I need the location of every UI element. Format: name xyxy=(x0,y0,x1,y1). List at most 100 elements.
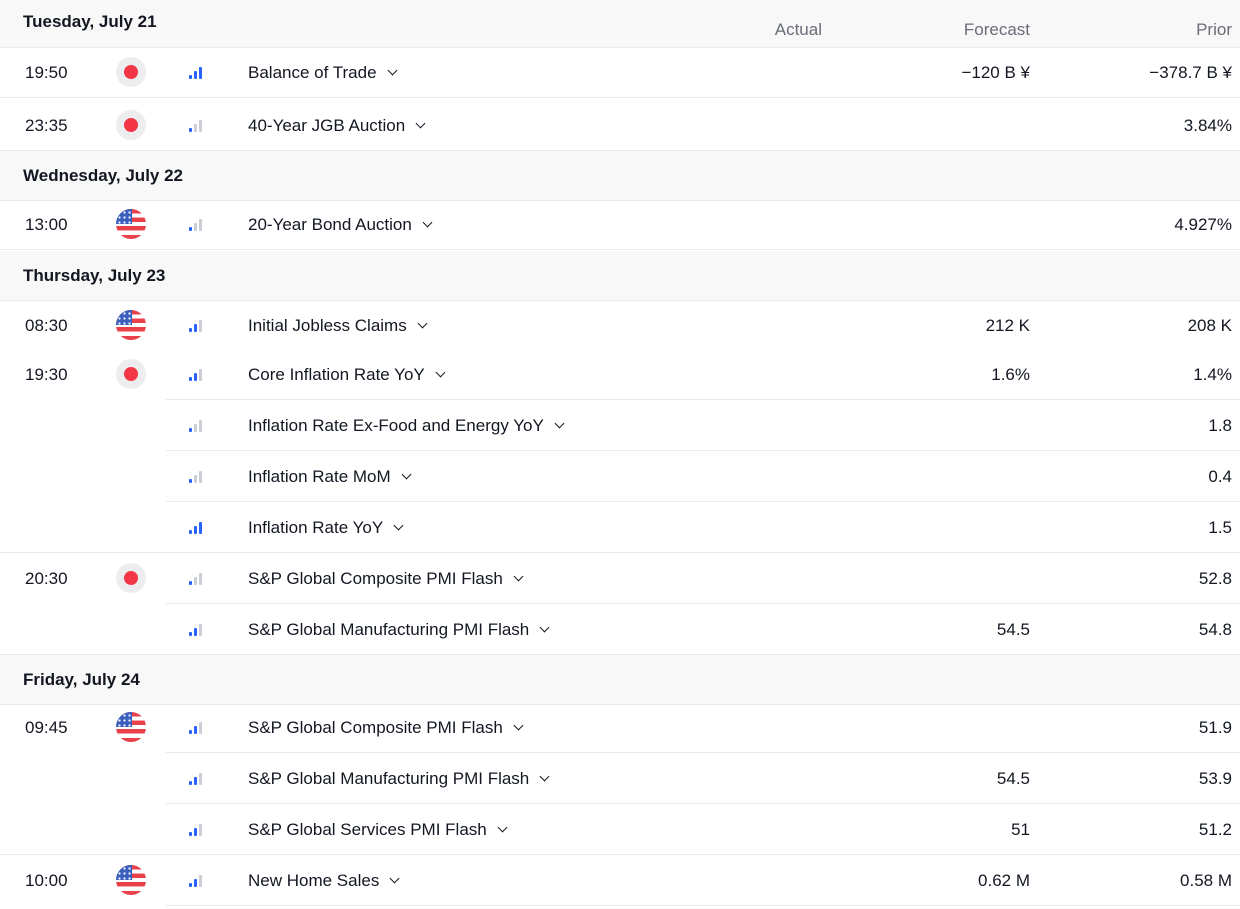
importance-bar xyxy=(199,824,202,836)
event-name[interactable]: Balance of Trade xyxy=(248,47,397,98)
importance-bars-icon xyxy=(189,367,203,381)
japan-flag-sun xyxy=(124,65,138,79)
importance-bar xyxy=(199,624,202,636)
chevron-down-icon[interactable] xyxy=(422,217,433,228)
event-name[interactable]: Initial Jobless Claims xyxy=(248,300,428,351)
importance-bar xyxy=(194,828,197,836)
forecast-value: 51 xyxy=(1011,820,1030,839)
event-row[interactable]: Inflation Rate Ex-Food and Energy YoY 1.8 xyxy=(0,400,1240,451)
chevron-down-icon[interactable] xyxy=(539,771,550,782)
event-name-label: S&P Global Composite PMI Flash xyxy=(248,569,503,588)
actual-value xyxy=(672,855,822,906)
japan-flag-sun xyxy=(124,118,138,132)
event-name[interactable]: Inflation Rate Ex-Food and Energy YoY xyxy=(248,400,565,451)
event-row[interactable]: S&P Global Manufacturing PMI Flash 54.5 54… xyxy=(0,604,1240,655)
forecast-value: 0.62 M xyxy=(978,871,1030,890)
prior-value: 51.9 xyxy=(1198,718,1232,737)
chevron-down-icon[interactable] xyxy=(513,571,524,582)
event-name[interactable]: Inflation Rate YoY xyxy=(248,502,404,553)
event-row[interactable]: Inflation Rate MoM 0.4 xyxy=(0,451,1240,502)
chevron-down-icon[interactable] xyxy=(513,720,524,731)
importance-bar xyxy=(194,475,197,483)
japan-flag-sun xyxy=(124,367,138,381)
event-name-label: S&P Global Composite PMI Flash xyxy=(248,718,503,737)
importance-bar xyxy=(189,832,192,836)
event-name[interactable]: 40-Year JGB Auction xyxy=(248,100,426,151)
importance-bars-icon xyxy=(189,118,203,132)
us-flag-icon xyxy=(116,209,146,239)
event-row[interactable]: 23:35 40-Year JGB Auction 3.84% xyxy=(0,100,1240,151)
event-name[interactable]: S&P Global Services PMI Flash xyxy=(248,804,508,855)
event-name-label: S&P Global Manufacturing PMI Flash xyxy=(248,769,530,788)
importance-bars-icon xyxy=(189,318,203,332)
event-time: 10:00 xyxy=(25,871,68,890)
event-name[interactable]: Inflation Rate MoM xyxy=(248,451,412,502)
actual-value xyxy=(672,300,822,351)
event-name-label: 40-Year JGB Auction xyxy=(248,116,406,135)
importance-bar xyxy=(194,526,197,534)
actual-value xyxy=(672,753,822,804)
importance-bars-icon xyxy=(189,65,203,79)
chevron-down-icon[interactable] xyxy=(554,418,565,429)
importance-bars-icon xyxy=(189,720,203,734)
actual-value xyxy=(672,400,822,451)
actual-value xyxy=(672,199,822,250)
prior-value: 54.8 xyxy=(1198,620,1232,639)
importance-bar xyxy=(199,420,202,432)
actual-value xyxy=(672,100,822,151)
event-name[interactable]: S&P Global Manufacturing PMI Flash xyxy=(248,753,550,804)
event-name[interactable]: New Home Sales xyxy=(248,855,400,906)
importance-bar xyxy=(199,67,202,79)
importance-bars-icon xyxy=(189,217,203,231)
us-flag-canton xyxy=(116,310,132,325)
event-row[interactable]: 08:30 Initial Jobless Claims 212 K 208 K xyxy=(0,300,1240,351)
event-row[interactable]: 20:30 S&P Global Composite PMI Flash 52.8 xyxy=(0,553,1240,604)
event-row[interactable]: 10:00 New Home Sales 0.62 M 0.58 M xyxy=(0,855,1240,906)
prior-value: −378.7 B ¥ xyxy=(1149,63,1232,82)
event-row[interactable]: 19:50 Balance of Trade −120 B ¥ −378.7 B ¥ xyxy=(0,47,1240,98)
event-time: 13:00 xyxy=(25,215,68,234)
event-row[interactable]: 09:45 S&P Global Composite PMI Flash 51.9 xyxy=(0,702,1240,753)
importance-bar xyxy=(199,369,202,381)
event-name[interactable]: S&P Global Composite PMI Flash xyxy=(248,553,524,604)
importance-bars-icon xyxy=(189,571,203,585)
importance-bar xyxy=(194,324,197,332)
event-name[interactable]: S&P Global Composite PMI Flash xyxy=(248,702,524,753)
importance-bars-icon xyxy=(189,469,203,483)
event-row[interactable]: Inflation Rate YoY 1.5 xyxy=(0,502,1240,553)
day-header: Wednesday, July 22 xyxy=(0,151,1240,201)
event-name[interactable]: S&P Global Manufacturing PMI Flash xyxy=(248,604,550,655)
prior-value: 0.4 xyxy=(1208,467,1232,486)
importance-bar xyxy=(189,428,192,432)
importance-bars-icon xyxy=(189,873,203,887)
chevron-down-icon[interactable] xyxy=(401,469,412,480)
forecast-value xyxy=(860,100,1030,151)
chevron-down-icon[interactable] xyxy=(539,622,550,633)
actual-value xyxy=(672,604,822,655)
chevron-down-icon[interactable] xyxy=(417,318,428,329)
chevron-down-icon[interactable] xyxy=(415,118,426,129)
importance-bar xyxy=(194,879,197,887)
event-name-label: 20-Year Bond Auction xyxy=(248,215,412,234)
chevron-down-icon[interactable] xyxy=(389,873,400,884)
importance-bars-icon xyxy=(189,771,203,785)
row-divider xyxy=(166,905,1240,906)
japan-flag-sun xyxy=(124,571,138,585)
importance-bars-icon xyxy=(189,520,203,534)
chevron-down-icon[interactable] xyxy=(387,65,397,76)
chevron-down-icon[interactable] xyxy=(435,367,446,378)
event-row[interactable]: S&P Global Services PMI Flash 51 51.2 xyxy=(0,804,1240,855)
importance-bar xyxy=(199,573,202,585)
importance-bar xyxy=(199,522,202,534)
importance-bar xyxy=(194,71,197,79)
actual-value xyxy=(672,349,822,400)
importance-bar xyxy=(189,781,192,785)
chevron-down-icon[interactable] xyxy=(497,822,508,833)
event-name[interactable]: Core Inflation Rate YoY xyxy=(248,349,446,400)
event-row[interactable]: 13:00 20-Year Bond Auction 4.927% xyxy=(0,199,1240,250)
event-name[interactable]: 20-Year Bond Auction xyxy=(248,199,433,250)
event-row[interactable]: 19:30 Core Inflation Rate YoY 1.6% 1.4% xyxy=(0,349,1240,400)
importance-bar xyxy=(189,128,192,132)
chevron-down-icon[interactable] xyxy=(393,520,404,531)
event-row[interactable]: S&P Global Manufacturing PMI Flash 54.5 53… xyxy=(0,753,1240,804)
